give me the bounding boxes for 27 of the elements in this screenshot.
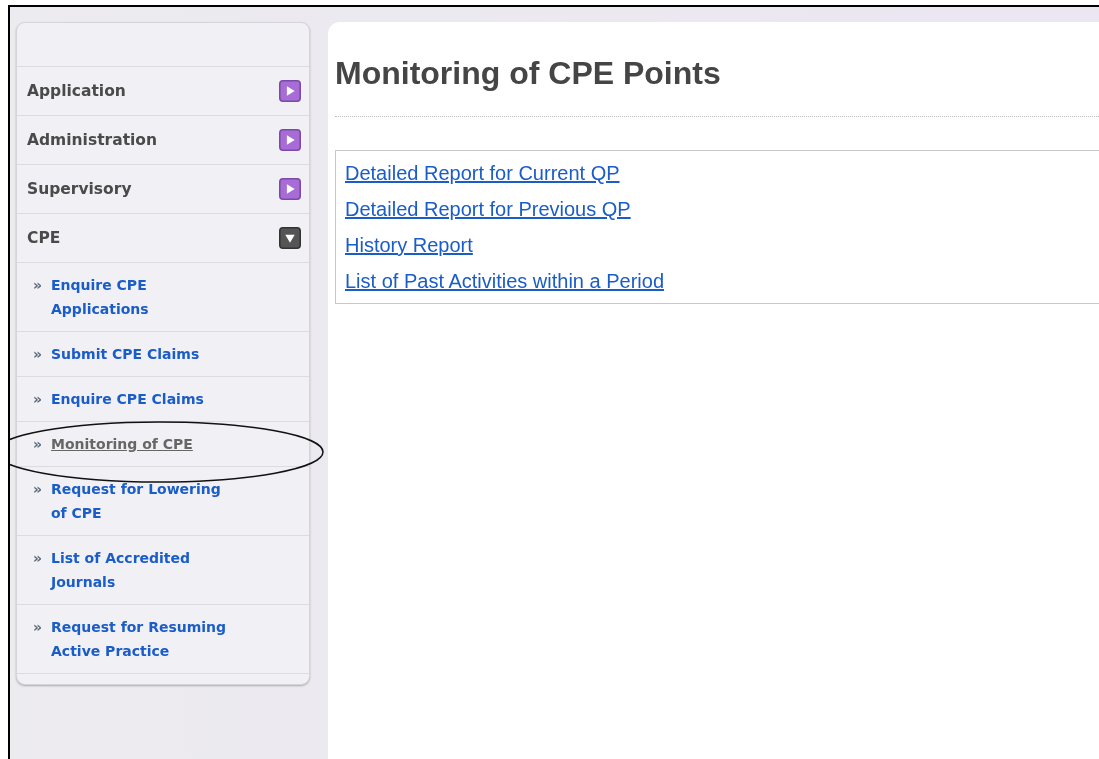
- menu-item-label: CPE: [27, 229, 61, 247]
- submenu-link[interactable]: Monitoring of CPE: [51, 432, 193, 456]
- bullet-icon: »: [33, 387, 51, 411]
- submenu-link[interactable]: Enquire CPE Applications: [51, 273, 231, 321]
- menu-item[interactable]: Administration: [17, 116, 309, 165]
- menu-item[interactable]: CPE: [17, 214, 309, 263]
- menu-item-label: Supervisory: [27, 180, 132, 198]
- menu-item-label: Application: [27, 82, 126, 100]
- submenu-link[interactable]: Submit CPE Claims: [51, 342, 231, 366]
- bullet-icon: »: [33, 546, 51, 570]
- bullet-icon: »: [33, 273, 51, 297]
- report-link[interactable]: List of Past Activities within a Period: [345, 263, 665, 299]
- menu-item[interactable]: Application: [17, 67, 309, 116]
- submenu-link[interactable]: Request for Resuming Active Practice: [51, 615, 231, 663]
- menu-item[interactable]: Supervisory: [17, 165, 309, 214]
- submenu-link[interactable]: List of Accredited Journals: [51, 546, 231, 594]
- menu-item-label: Administration: [27, 131, 158, 149]
- bullet-icon: »: [33, 615, 51, 639]
- bullet-icon: »: [33, 342, 51, 366]
- bullet-icon: »: [33, 477, 51, 501]
- report-link[interactable]: Detailed Report for Current QP: [345, 155, 620, 191]
- submenu-link[interactable]: Request for Lowering of CPE: [51, 477, 231, 525]
- report-link[interactable]: Detailed Report for Previous QP: [345, 191, 631, 227]
- page-title: Monitoring of CPE Points: [335, 54, 722, 93]
- bullet-icon: »: [33, 432, 51, 456]
- submenu-link[interactable]: Enquire CPE Claims: [51, 387, 231, 411]
- report-link[interactable]: History Report: [345, 227, 473, 263]
